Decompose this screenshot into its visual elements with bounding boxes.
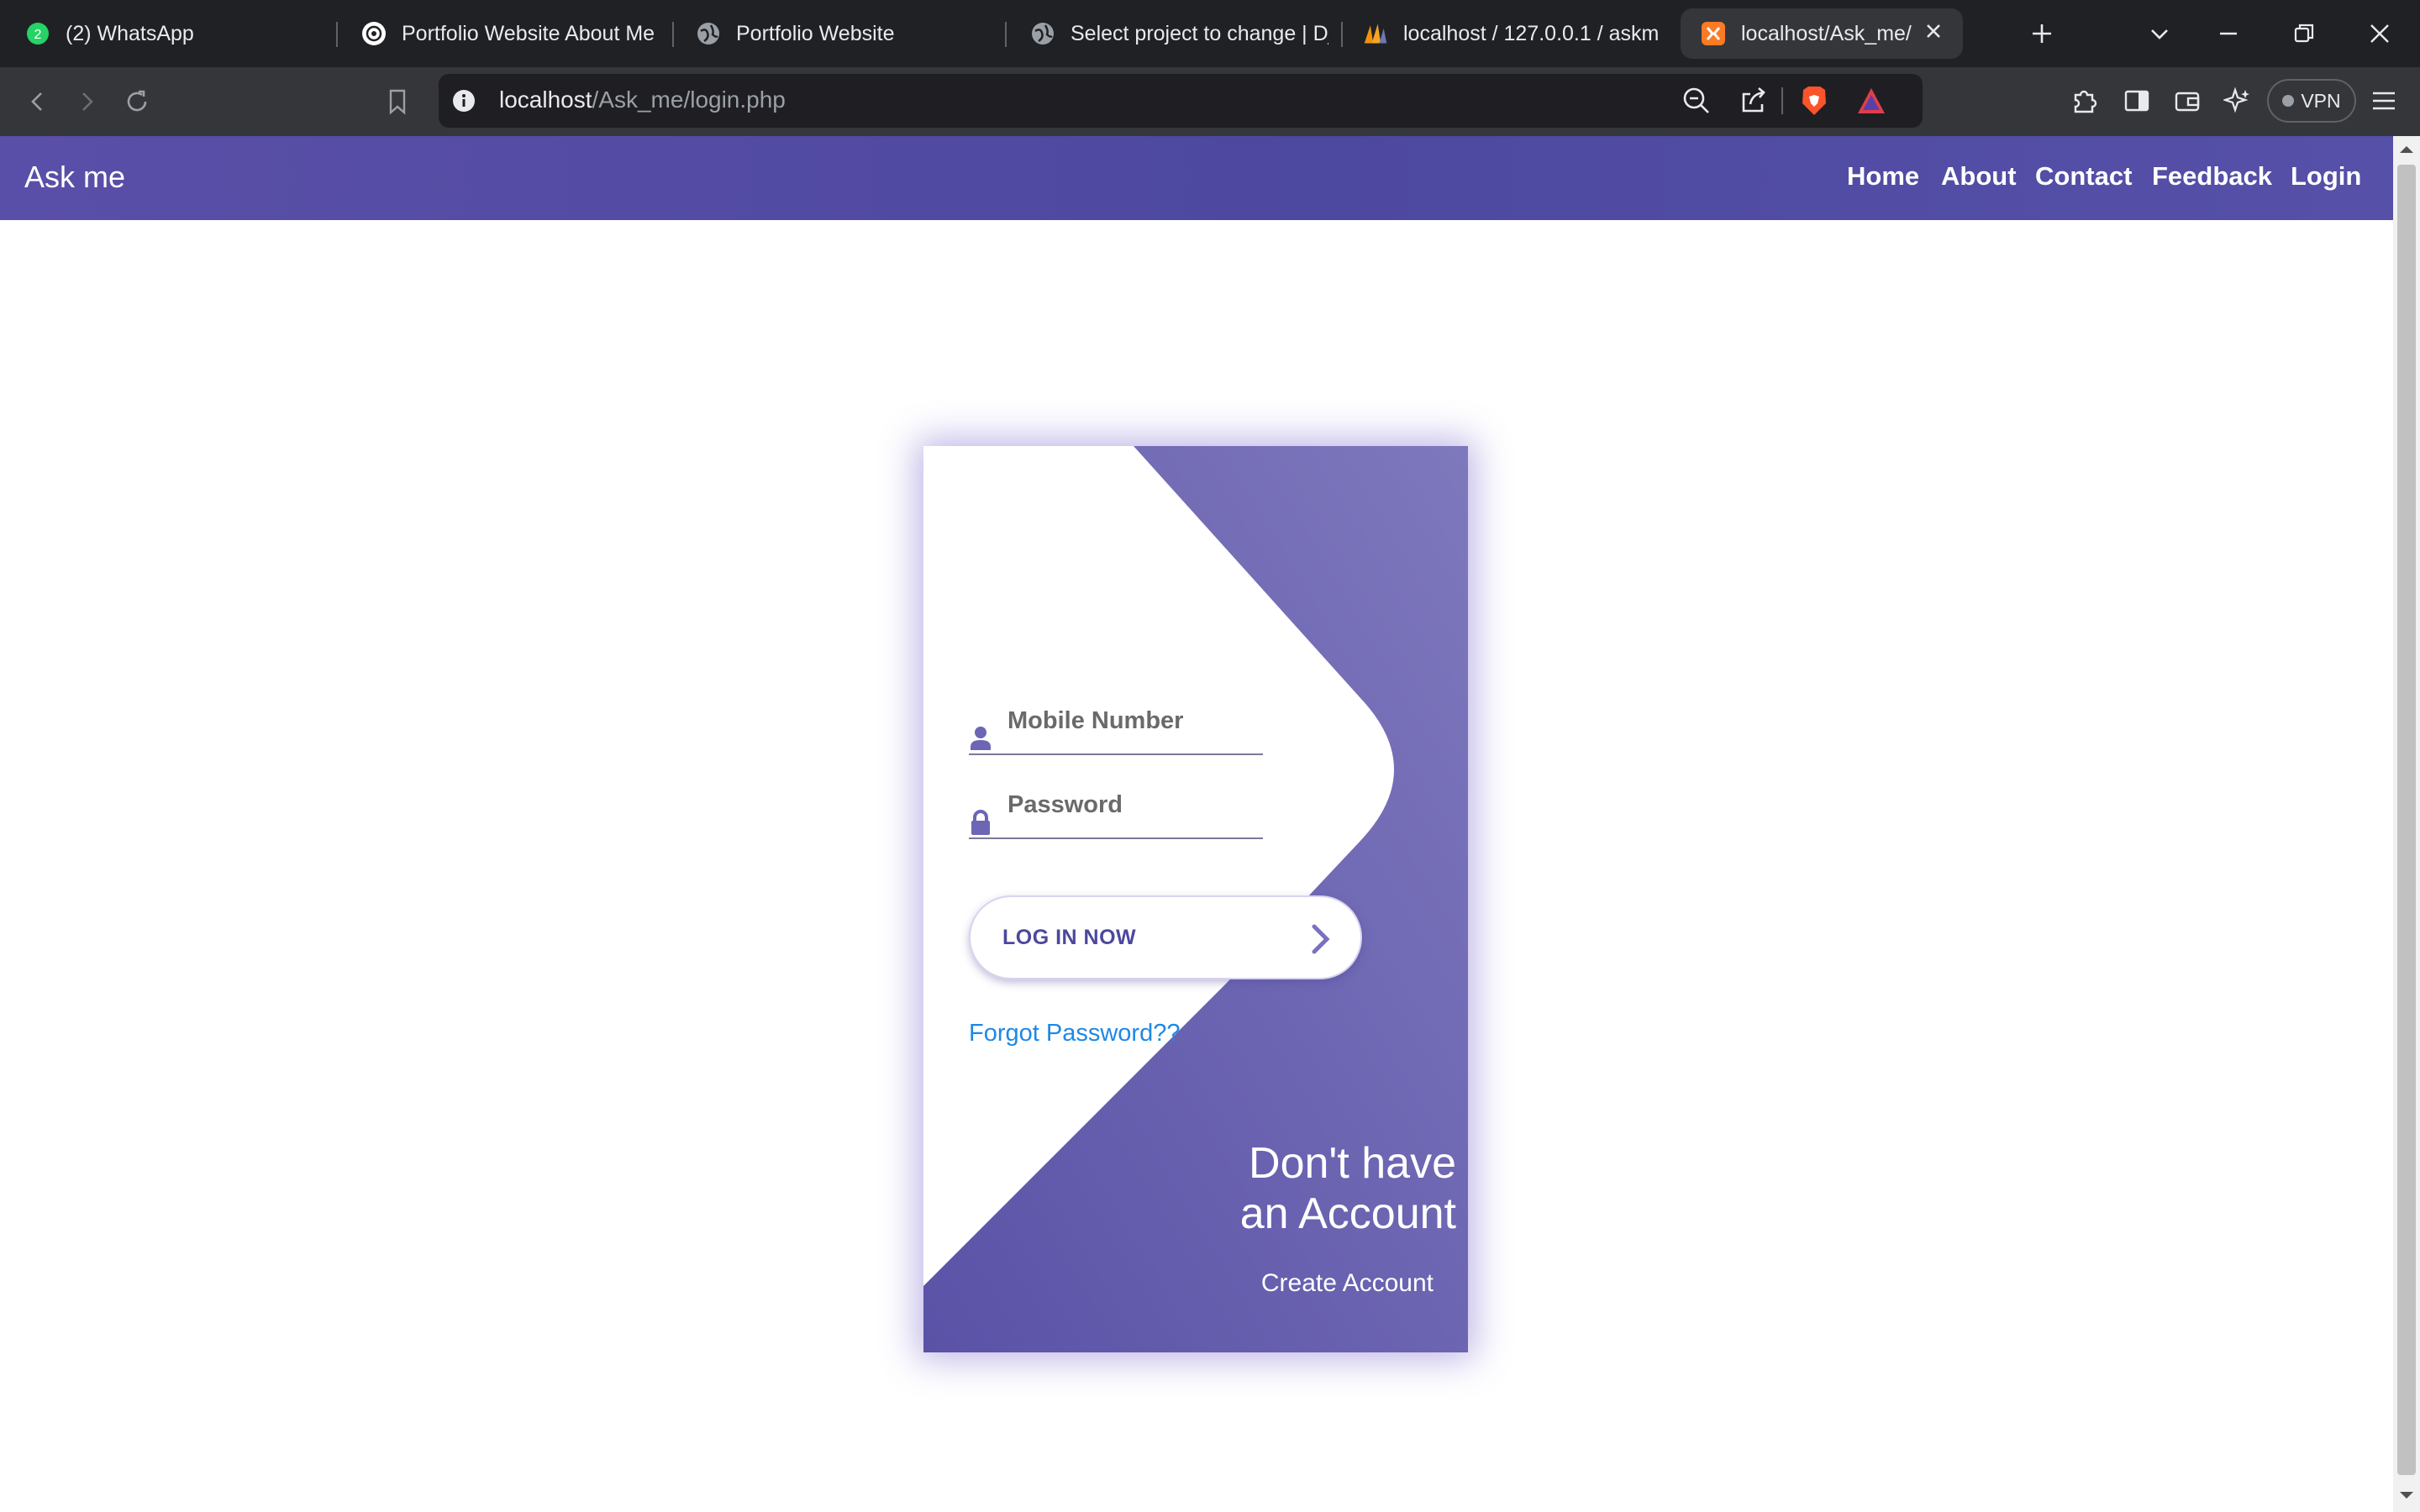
password-input[interactable]	[1006, 790, 1261, 820]
login-card: LOG IN NOW Forgot Password?? Don't have …	[923, 446, 1468, 1352]
tab-whatsapp[interactable]: 2 (2) WhatsApp	[25, 8, 336, 59]
site-navbar	[0, 136, 2393, 220]
brave-shields-icon[interactable]	[1797, 83, 1832, 118]
nav-feedback[interactable]: Feedback	[2152, 161, 2272, 192]
new-tab-icon[interactable]	[2023, 15, 2060, 52]
tab-phpmyadmin[interactable]: localhost / 127.0.0.1 / askme	[1363, 8, 1659, 59]
zoom-out-icon[interactable]	[1679, 83, 1714, 118]
mobile-input[interactable]	[1006, 706, 1261, 736]
wallet-icon[interactable]	[2170, 83, 2205, 118]
url-host: localhost	[499, 87, 592, 113]
brave-rewards-icon[interactable]	[1854, 83, 1889, 118]
site-brand[interactable]: Ask me	[24, 160, 125, 195]
close-window-icon[interactable]	[2361, 15, 2398, 52]
signup-heading-line1: Don't have	[1249, 1139, 1456, 1188]
tab-separator	[1341, 22, 1343, 47]
tab-separator	[1005, 22, 1007, 47]
tab-title: Portfolio Website About Me	[402, 21, 655, 45]
extensions-icon[interactable]	[2067, 83, 2102, 118]
whatsapp-badge: 2	[34, 28, 42, 42]
url-text[interactable]: localhost/Ask_me/login.php	[499, 87, 786, 113]
tab-title: localhost/Ask_me/login.	[1741, 21, 1912, 45]
signup-heading-line2: an Account	[1239, 1189, 1456, 1238]
whatsapp-icon: 2	[25, 21, 50, 46]
sidebar-icon[interactable]	[2119, 83, 2154, 118]
toolbar-divider	[1781, 87, 1783, 114]
globe-icon	[696, 21, 721, 46]
tab-title: Portfolio Website	[736, 21, 895, 45]
nav-contact[interactable]: Contact	[2035, 161, 2132, 192]
vpn-status-dot	[2282, 95, 2295, 107]
tab-title: Select project to change | Dj	[1071, 21, 1328, 45]
tab-django-admin[interactable]: Select project to change | Dj	[1030, 8, 1328, 59]
tab-portfolio-about[interactable]: Portfolio Website About Me	[361, 8, 672, 59]
create-account-link[interactable]: Create Account	[1261, 1269, 1434, 1298]
menu-icon[interactable]	[2366, 83, 2402, 118]
scroll-up-icon[interactable]	[2396, 141, 2417, 158]
tab-portfolio[interactable]: Portfolio Website	[696, 8, 998, 59]
nav-home[interactable]: Home	[1847, 161, 1919, 192]
xampp-icon	[1701, 21, 1726, 46]
tab-separator	[336, 22, 338, 47]
url-path: /Ask_me/login.php	[592, 87, 786, 113]
tab-title: localhost / 127.0.0.1 / askme	[1403, 21, 1659, 45]
vpn-label: VPN	[2301, 89, 2341, 112]
bookmark-icon[interactable]	[378, 82, 417, 121]
user-icon	[969, 725, 992, 750]
tab-separator	[672, 22, 674, 47]
reload-icon[interactable]	[118, 82, 156, 121]
close-tab-icon[interactable]	[1924, 22, 1943, 46]
scroll-down-icon[interactable]	[2396, 1487, 2417, 1504]
scrollbar-thumb[interactable]	[2397, 165, 2416, 1475]
tab-title: (2) WhatsApp	[66, 21, 194, 45]
nav-about[interactable]: About	[1941, 161, 2017, 192]
login-button-label: LOG IN NOW	[1002, 926, 1137, 949]
globe-icon	[1030, 21, 1055, 46]
tab-login-active[interactable]: localhost/Ask_me/login.	[1681, 8, 1963, 59]
site-info-icon[interactable]	[450, 87, 477, 114]
back-icon[interactable]	[18, 82, 57, 121]
minimize-icon[interactable]	[2210, 15, 2247, 52]
signup-heading: Don't have an Account	[1154, 1138, 1456, 1239]
restore-icon[interactable]	[2286, 15, 2323, 52]
share-icon[interactable]	[1736, 83, 1771, 118]
chatgpt-icon	[361, 21, 387, 46]
mobile-field[interactable]	[969, 703, 1263, 755]
forward-icon[interactable]	[67, 82, 106, 121]
leo-ai-icon[interactable]	[2220, 83, 2255, 118]
browser-tab-strip: 2 (2) WhatsApp Portfolio Website About M…	[0, 0, 2420, 67]
tab-search-chevron-icon[interactable]	[2141, 15, 2178, 52]
phpmyadmin-icon	[1363, 21, 1388, 46]
chevron-right-icon	[1308, 922, 1334, 956]
vpn-button[interactable]: VPN	[2267, 79, 2356, 123]
login-button[interactable]: LOG IN NOW	[969, 895, 1362, 979]
forgot-password-link[interactable]: Forgot Password??	[969, 1020, 1180, 1047]
nav-login[interactable]: Login	[2291, 161, 2361, 192]
lock-icon	[969, 809, 992, 835]
password-field[interactable]	[969, 787, 1263, 839]
